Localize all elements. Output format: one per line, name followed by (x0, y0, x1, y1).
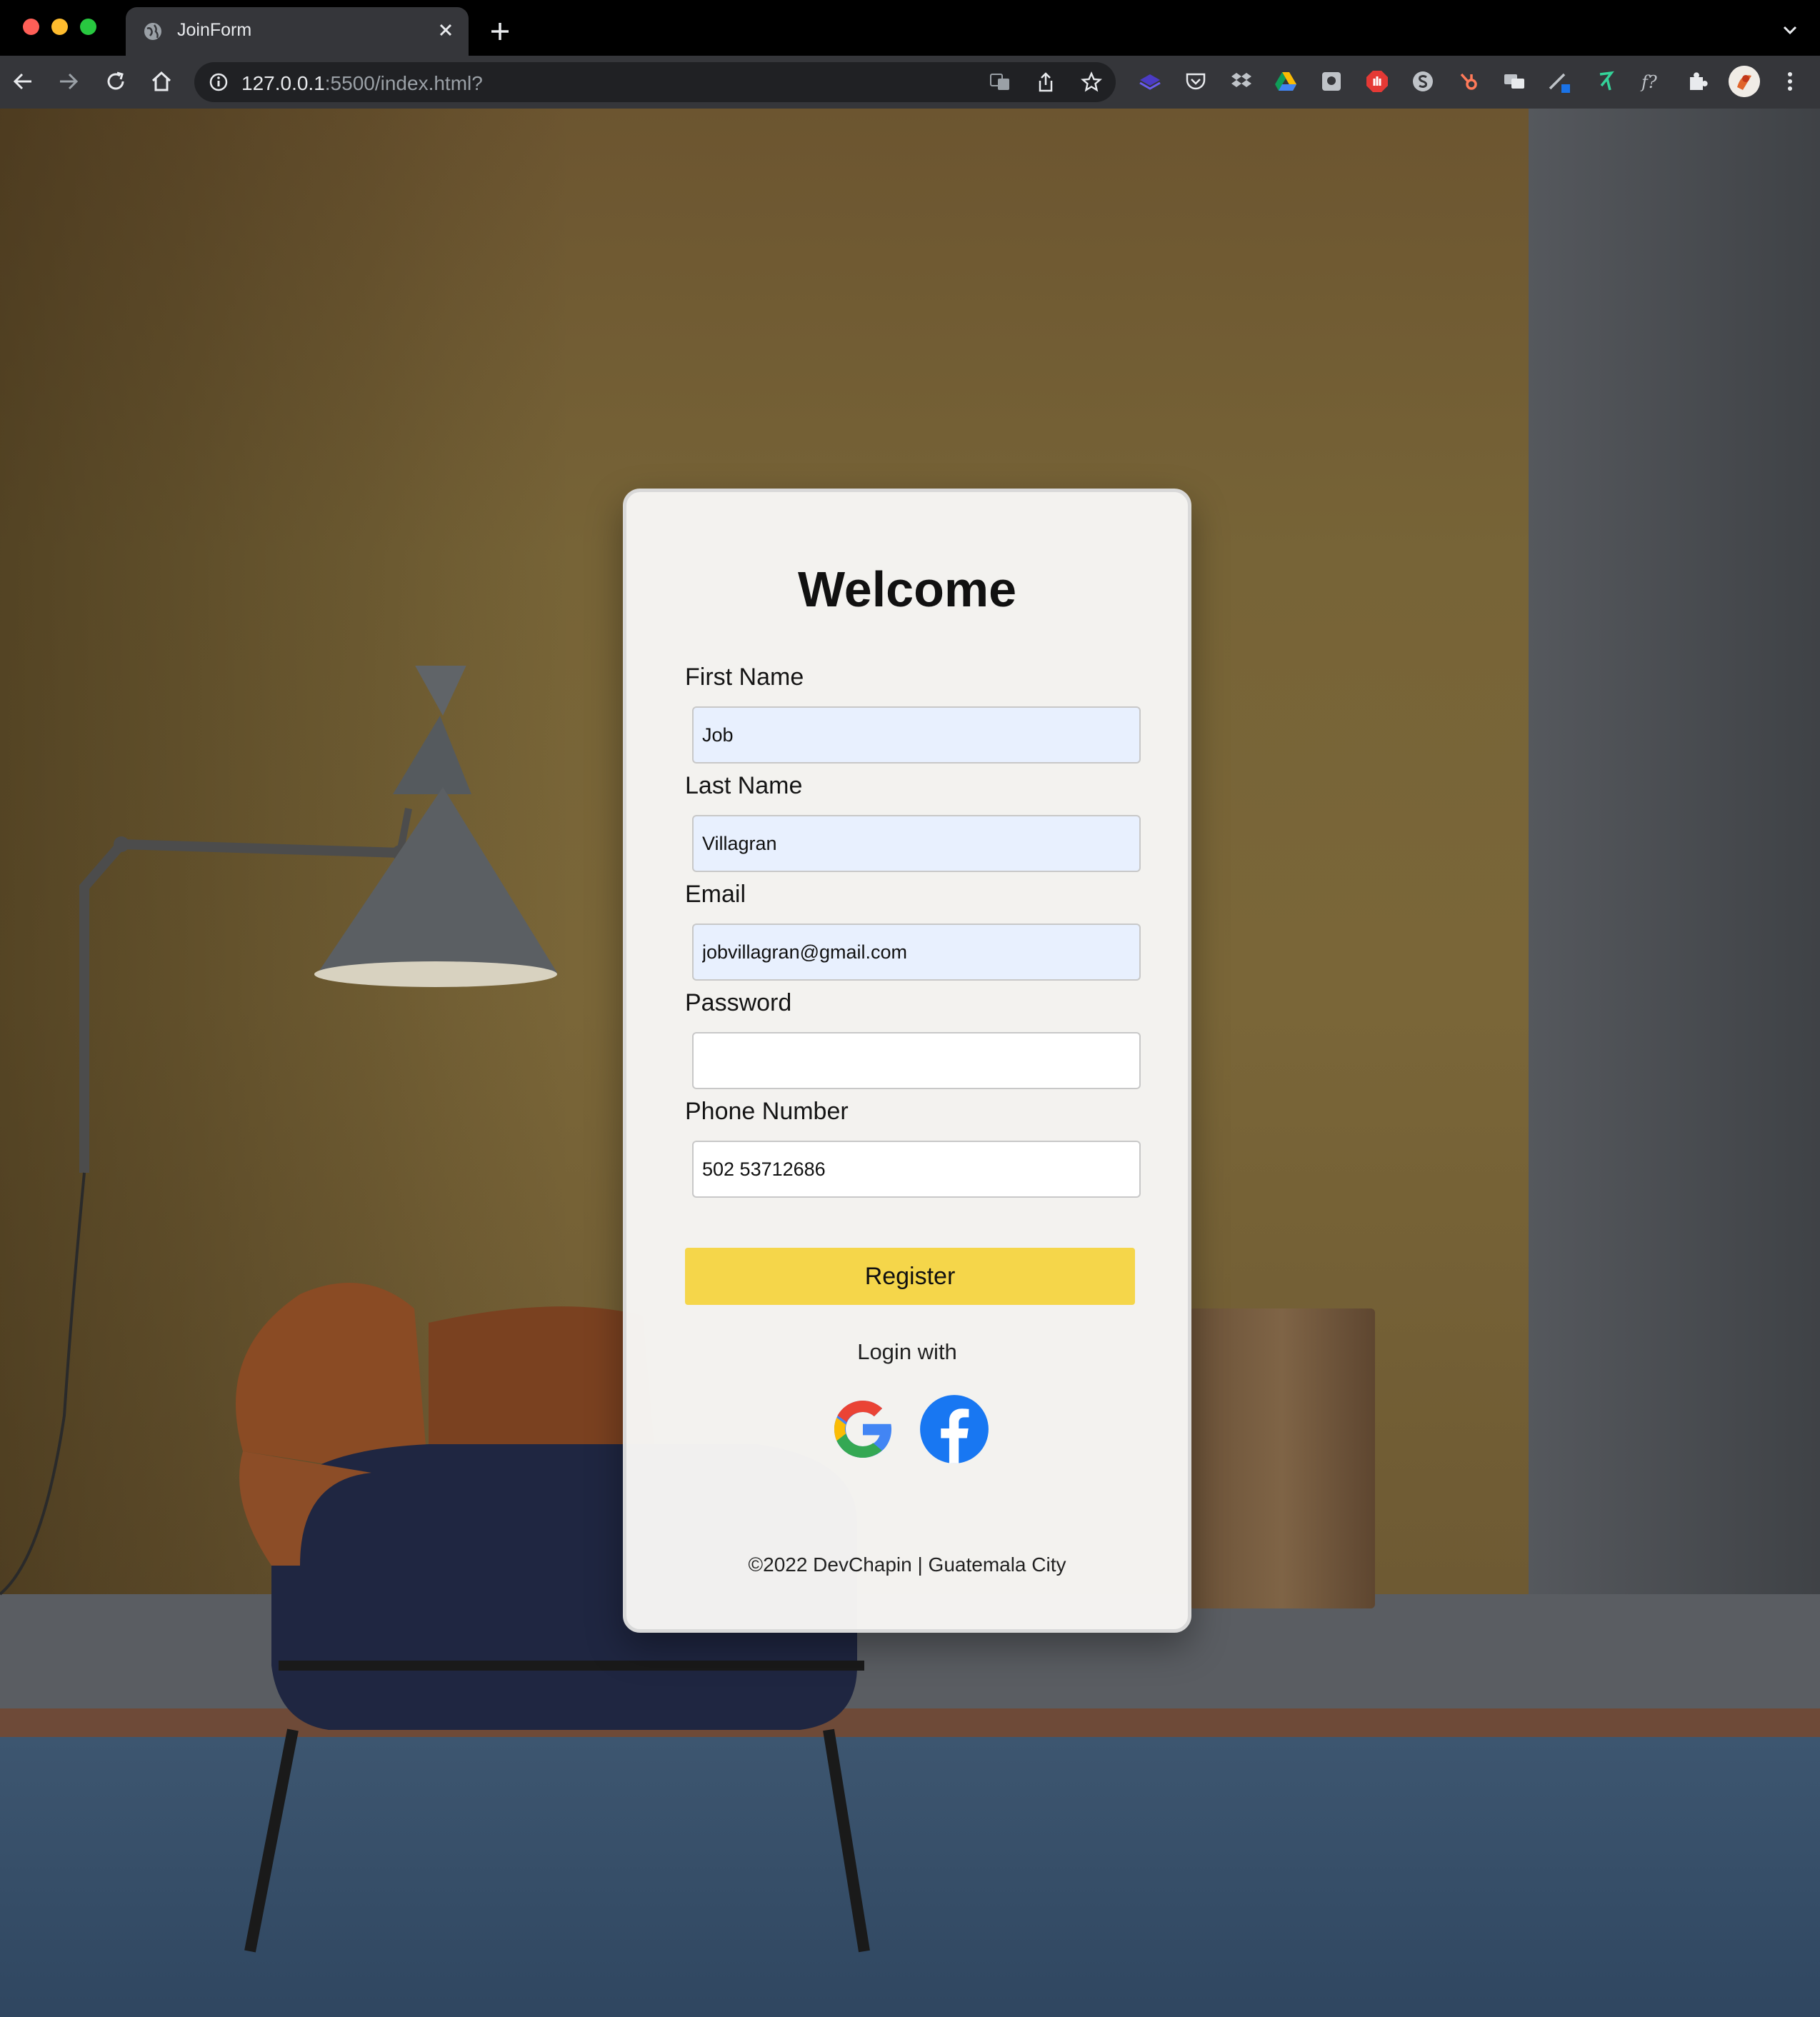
skype-icon[interactable] (1410, 69, 1436, 94)
translate-icon[interactable] (989, 71, 1011, 94)
profile-avatar[interactable] (1729, 66, 1760, 97)
last-name-label: Last Name (685, 772, 803, 799)
extension-figure-icon[interactable] (1593, 69, 1619, 94)
minimize-window-button[interactable] (51, 19, 68, 35)
browser-toolbar: 127.0.0.1:5500/index.html? f? (0, 56, 1820, 110)
page-viewport: Welcome First Name Last Name Email Passw… (0, 109, 1820, 2017)
reload-icon[interactable] (103, 69, 129, 94)
more-menu-icon[interactable] (1777, 69, 1803, 94)
avatar-image (1729, 66, 1760, 97)
dropbox-icon[interactable] (1229, 69, 1254, 94)
google-icon[interactable] (827, 1393, 899, 1465)
browser-tab[interactable]: JoinForm (126, 7, 469, 56)
email-input[interactable] (692, 924, 1141, 981)
password-input[interactable] (692, 1032, 1141, 1089)
last-name-input[interactable] (692, 815, 1141, 872)
home-icon[interactable] (149, 69, 174, 94)
first-name-label: First Name (685, 664, 804, 691)
extension-cards-icon[interactable] (1501, 69, 1527, 94)
maximize-window-button[interactable] (80, 19, 96, 35)
new-tab-icon[interactable] (487, 19, 513, 44)
globe-icon (144, 23, 161, 40)
chevron-down-icon[interactable] (1779, 19, 1801, 41)
phone-number-input[interactable] (692, 1141, 1141, 1198)
adblock-icon[interactable] (1364, 69, 1390, 94)
extension-pen-icon[interactable] (1547, 69, 1573, 94)
background-cabinet (1189, 1308, 1375, 1608)
url-text[interactable]: 127.0.0.1:5500/index.html? (241, 72, 483, 95)
forward-icon[interactable] (56, 69, 81, 94)
facebook-icon[interactable] (919, 1393, 990, 1465)
phone-number-label: Phone Number (685, 1098, 849, 1125)
register-button[interactable]: Register (685, 1248, 1135, 1305)
footer-text: ©2022 DevChapin | Guatemala City (748, 1553, 1066, 1576)
close-window-button[interactable] (23, 19, 39, 35)
share-icon[interactable] (1034, 71, 1057, 94)
extension-chat-icon[interactable] (1319, 69, 1344, 94)
google-drive-icon[interactable] (1273, 69, 1299, 94)
welcome-title: Welcome (797, 561, 1017, 617)
extension-layers-icon[interactable] (1137, 69, 1163, 94)
hubspot-icon[interactable] (1456, 69, 1481, 94)
formula-icon[interactable]: f? (1639, 69, 1664, 94)
svg-text:f?: f? (1640, 72, 1657, 92)
tab-strip: JoinForm (0, 0, 1820, 56)
first-name-input[interactable] (692, 706, 1141, 764)
signup-card: Welcome First Name Last Name Email Passw… (623, 489, 1191, 1633)
info-icon[interactable] (209, 72, 229, 92)
tab-title: JoinForm (177, 20, 252, 40)
back-icon[interactable] (10, 69, 36, 94)
pocket-icon[interactable] (1183, 69, 1209, 94)
puzzle-extensions-icon[interactable] (1684, 69, 1710, 94)
background-wall-right (1529, 109, 1820, 1608)
email-label: Email (685, 881, 746, 908)
login-with-text: Login with (857, 1339, 957, 1364)
password-label: Password (685, 989, 792, 1016)
bookmark-star-icon[interactable] (1080, 71, 1103, 94)
address-bar[interactable]: 127.0.0.1:5500/index.html? (194, 62, 1116, 102)
close-tab-icon[interactable] (434, 19, 457, 41)
